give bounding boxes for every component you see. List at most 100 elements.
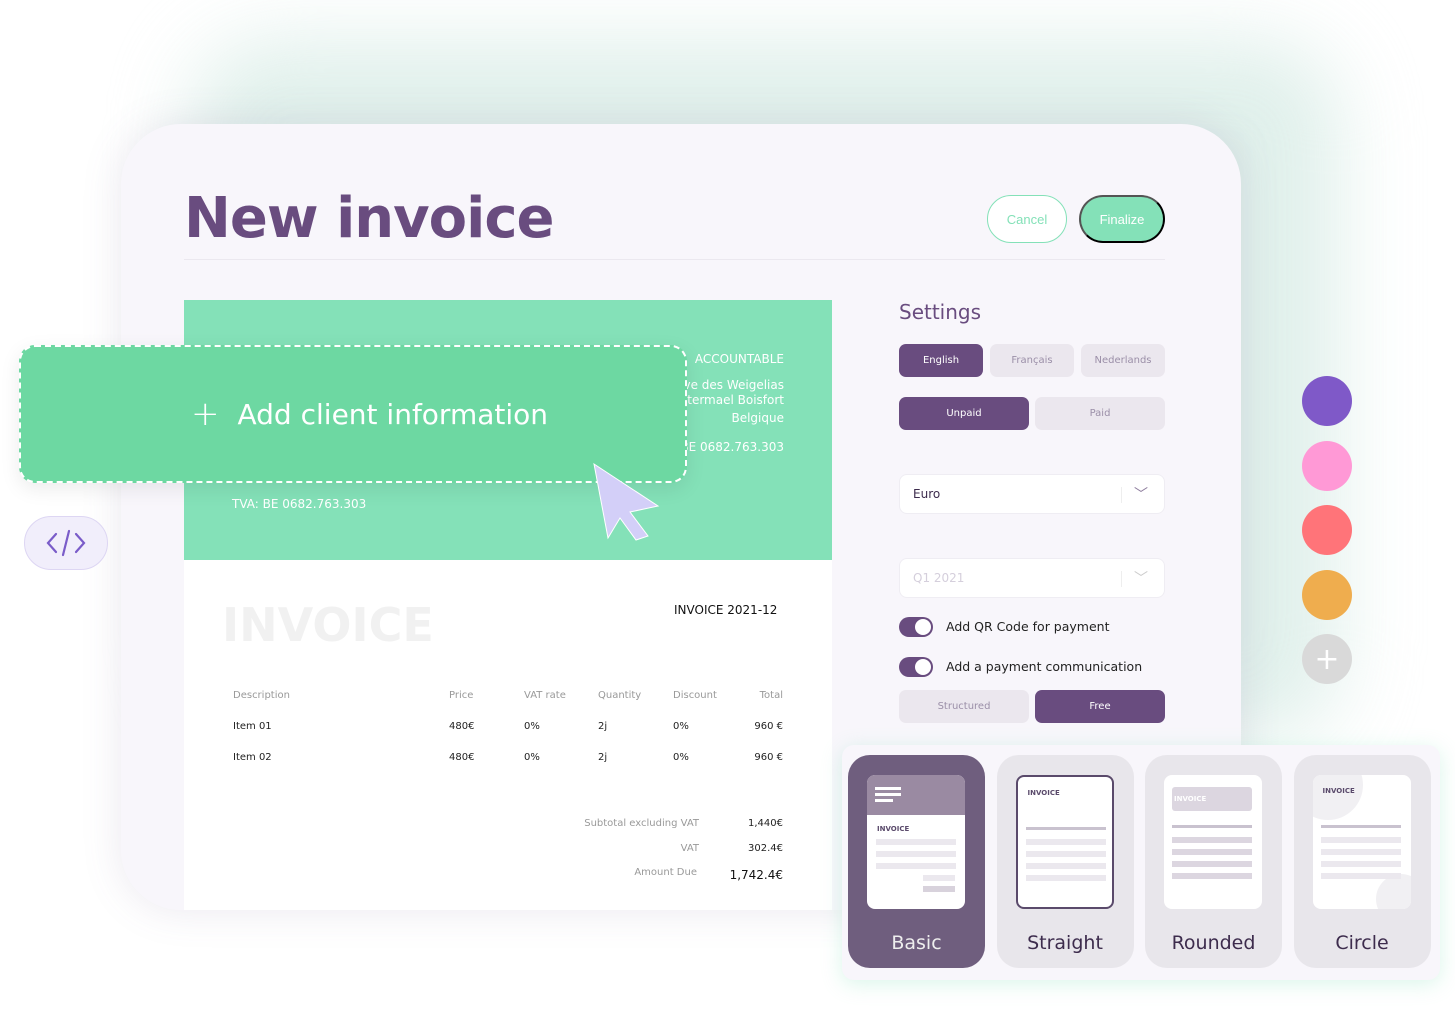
template-circle[interactable]: INVOICE Circle bbox=[1293, 755, 1431, 968]
languages-option-français[interactable]: Français bbox=[990, 344, 1074, 377]
table-cell: 2j bbox=[598, 752, 608, 763]
period-select[interactable]: Q1 2021 ﹀ bbox=[899, 558, 1165, 598]
vat-value: 302.4€ bbox=[748, 843, 783, 854]
template-label: Rounded bbox=[1171, 932, 1256, 954]
color-swatch[interactable] bbox=[1302, 376, 1352, 426]
languages-option-english[interactable]: English bbox=[899, 344, 983, 377]
thumb-line bbox=[1320, 825, 1401, 828]
company-name: ACCOUNTABLE bbox=[694, 352, 784, 366]
template-basic[interactable]: INVOICE Basic bbox=[848, 755, 985, 968]
comm_type-option-free[interactable]: Free bbox=[1035, 690, 1165, 723]
thumb-line bbox=[875, 793, 901, 796]
thumb-line bbox=[876, 851, 956, 857]
table-cell: 0% bbox=[673, 721, 689, 732]
thumb-line bbox=[1320, 861, 1401, 867]
invoice-watermark: INVOICE bbox=[222, 598, 434, 652]
thumb-line bbox=[1320, 873, 1401, 879]
thumb-line bbox=[875, 787, 901, 790]
cursor-icon bbox=[593, 462, 660, 541]
currency-select[interactable]: Euro ﹀ bbox=[899, 474, 1165, 514]
subtotal-label: Subtotal excluding VAT bbox=[584, 818, 699, 829]
amount-due-value: 1,742.4€ bbox=[729, 868, 783, 882]
thumb-line bbox=[923, 875, 955, 881]
thumb-line bbox=[923, 886, 955, 892]
table-cell: 960 € bbox=[754, 721, 783, 732]
add-color-button[interactable]: + bbox=[1302, 634, 1352, 684]
plus-icon: + bbox=[1314, 641, 1340, 677]
languages-option-nederlands[interactable]: Nederlands bbox=[1081, 344, 1165, 377]
color-swatch[interactable] bbox=[1302, 569, 1352, 620]
table-cell: 2j bbox=[598, 721, 608, 732]
qr-code-label: Add QR Code for payment bbox=[946, 619, 1110, 634]
column-header: Discount bbox=[673, 690, 717, 701]
template-straight[interactable]: INVOICE Straight bbox=[996, 755, 1134, 968]
thumb-invoice-text: INVOICE bbox=[1027, 789, 1060, 797]
add-client-label: Add client information bbox=[237, 397, 549, 431]
amount-due-label: Amount Due bbox=[634, 867, 697, 878]
thumb-line bbox=[876, 839, 956, 845]
status-option-paid[interactable]: Paid bbox=[1035, 397, 1165, 430]
table-cell: Item 01 bbox=[233, 721, 272, 732]
status-option-unpaid[interactable]: Unpaid bbox=[899, 397, 1029, 430]
template-label: Basic bbox=[891, 932, 942, 954]
thumb-line bbox=[1172, 837, 1252, 843]
comm_type-option-structured[interactable]: Structured bbox=[899, 690, 1029, 723]
thumb-line bbox=[876, 863, 956, 869]
page-title: New invoice bbox=[184, 186, 554, 251]
table-cell: 960 € bbox=[754, 752, 783, 763]
table-cell: 0% bbox=[673, 752, 689, 763]
qr-code-toggle[interactable] bbox=[899, 617, 933, 637]
payment-communication-toggle[interactable] bbox=[899, 657, 933, 677]
column-header: Description bbox=[233, 690, 290, 701]
thumb-line bbox=[1172, 825, 1252, 828]
thumb-invoice-text: INVOICE bbox=[877, 825, 910, 833]
invoice-number: INVOICE 2021-12 bbox=[674, 603, 778, 617]
thumb-line bbox=[1320, 837, 1401, 843]
finalize-button[interactable]: Finalize bbox=[1079, 195, 1165, 243]
chevron-down-icon: ﹀ bbox=[1134, 487, 1148, 503]
column-header: Price bbox=[449, 690, 474, 701]
client-tva: TVA: BE 0682.763.303 bbox=[232, 497, 367, 511]
settings-title: Settings bbox=[899, 300, 982, 324]
color-swatch[interactable] bbox=[1302, 505, 1352, 555]
thumb-line bbox=[1025, 875, 1106, 881]
payment-communication-label: Add a payment communication bbox=[946, 659, 1143, 674]
thumb-invoice-text: INVOICE bbox=[1174, 795, 1207, 803]
thumb-line bbox=[875, 799, 893, 802]
template-rounded[interactable]: INVOICE Rounded bbox=[1145, 755, 1282, 968]
table-cell: 0% bbox=[524, 752, 540, 763]
template-thumbnail: INVOICE bbox=[867, 775, 965, 909]
thumb-line bbox=[1172, 849, 1252, 855]
thumb-circle bbox=[1312, 775, 1363, 820]
thumb-line bbox=[1320, 849, 1401, 855]
period-placeholder: Q1 2021 bbox=[913, 571, 965, 585]
thumb-line bbox=[1025, 863, 1106, 869]
plus-icon: + bbox=[191, 394, 220, 434]
table-cell: Item 02 bbox=[233, 752, 272, 763]
divider bbox=[184, 259, 1165, 260]
column-header: Total bbox=[759, 690, 783, 701]
add-client-button[interactable]: + Add client information bbox=[19, 345, 687, 483]
code-button[interactable] bbox=[24, 516, 108, 570]
table-cell: 0% bbox=[524, 721, 540, 732]
thumb-line bbox=[1025, 827, 1106, 830]
thumb-line bbox=[1172, 873, 1252, 879]
template-label: Circle bbox=[1335, 932, 1389, 954]
chevron-down-icon: ﹀ bbox=[1134, 571, 1148, 587]
color-swatch[interactable] bbox=[1302, 440, 1352, 491]
column-header: VAT rate bbox=[524, 690, 566, 701]
template-thumbnail: INVOICE bbox=[1015, 775, 1114, 909]
thumb-line bbox=[1025, 851, 1106, 857]
template-thumbnail: INVOICE bbox=[1164, 775, 1262, 909]
thumb-invoice-text: INVOICE bbox=[1322, 787, 1355, 795]
thumb-circle bbox=[1375, 874, 1411, 909]
thumb-line bbox=[1172, 861, 1252, 867]
table-cell: 480€ bbox=[449, 721, 475, 732]
table-cell: 480€ bbox=[449, 752, 475, 763]
vat-label: VAT bbox=[680, 843, 699, 854]
code-icon bbox=[46, 529, 86, 557]
cancel-button[interactable]: Cancel bbox=[987, 195, 1067, 243]
template-label: Straight bbox=[1027, 932, 1103, 954]
currency-value: Euro bbox=[913, 487, 941, 501]
column-header: Quantity bbox=[598, 690, 642, 701]
